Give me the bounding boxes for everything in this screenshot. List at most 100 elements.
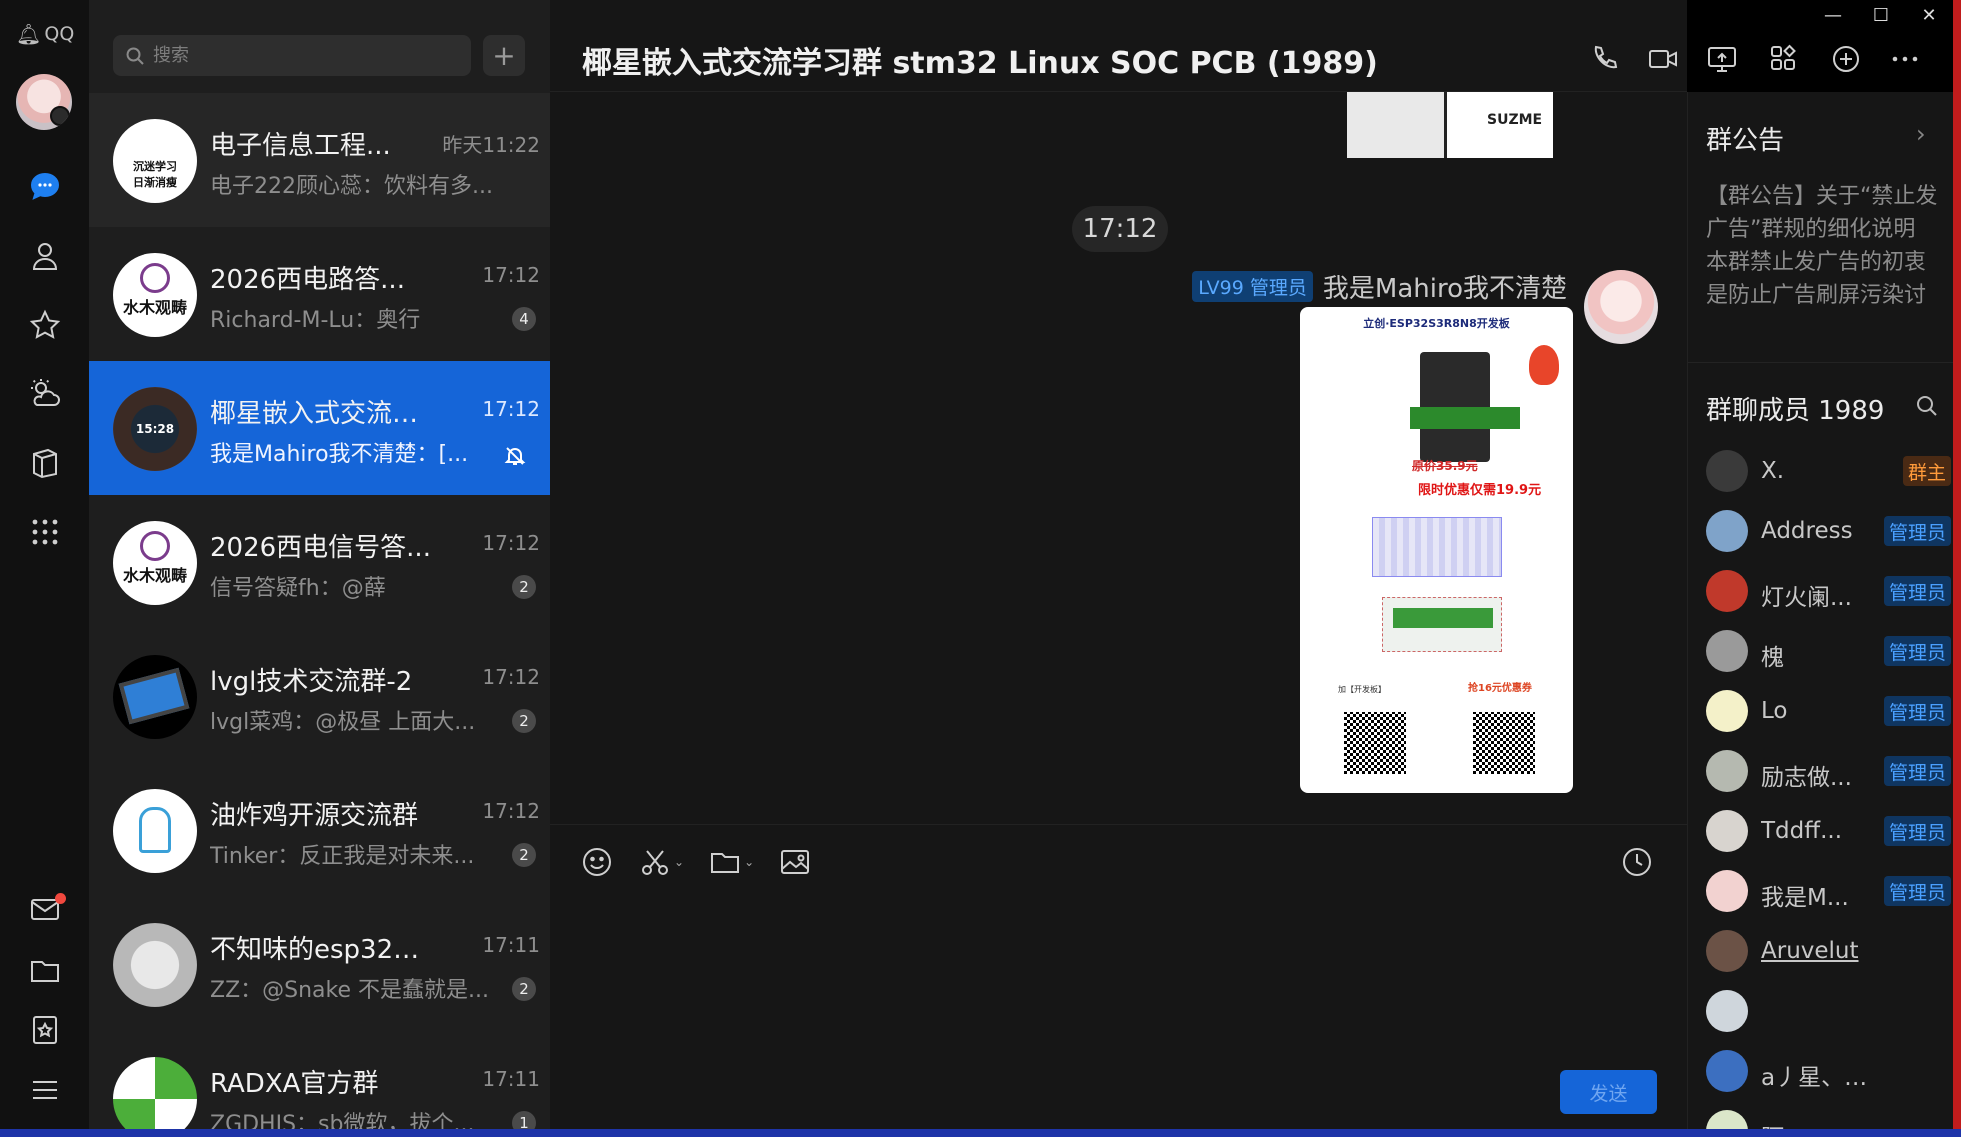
conversation-item[interactable]: 水木观畴 2026西电信号答... 17:12 信号答疑fh：@薛 2: [89, 495, 550, 629]
chevron-down-icon[interactable]: ⌄: [674, 855, 684, 869]
nav-rail: 🔔︎ QQ: [0, 0, 89, 1137]
smile-icon: [583, 848, 611, 876]
member-avatar[interactable]: [1706, 990, 1748, 1032]
member-row[interactable]: Address 管理员: [1706, 510, 1956, 558]
files-nav[interactable]: [0, 435, 89, 491]
contacts-nav[interactable]: [0, 228, 89, 284]
member-row[interactable]: X. 群主: [1706, 450, 1956, 498]
message-composer[interactable]: ⌄ ⌄ 发送: [550, 824, 1687, 1137]
qr-code: [1344, 712, 1406, 774]
sticker-text: SUZME: [1487, 112, 1543, 128]
folder-nav[interactable]: [0, 942, 89, 998]
minimize-button[interactable]: —: [1809, 0, 1857, 30]
sender-name[interactable]: 我是Mahiro我不清楚: [1323, 268, 1567, 305]
chat-title: 椰星嵌入式交流学习群 stm32 Linux SOC PCB (1989): [582, 46, 1378, 81]
menu-nav[interactable]: [0, 1062, 89, 1118]
sticker-image[interactable]: SUZME: [1347, 92, 1553, 158]
screen-share-button[interactable]: [1703, 40, 1741, 78]
add-member-button[interactable]: [1827, 40, 1865, 78]
close-button[interactable]: ✕: [1905, 0, 1953, 30]
member-avatar[interactable]: [1706, 570, 1748, 612]
member-name: a丿星、丶心晨: [1761, 1065, 1881, 1091]
screen-share-icon: [1708, 47, 1736, 72]
member-avatar[interactable]: [1706, 930, 1748, 972]
maximize-button[interactable]: ☐: [1857, 0, 1905, 30]
conversation-item[interactable]: 水木观畴 2026西电路答... 17:12 Richard-M-Lu：奥行 4: [89, 227, 550, 361]
image-button[interactable]: [778, 845, 812, 879]
conversation-item-active[interactable]: 15:28 椰星嵌入式交流学... 17:12 我是Mahiro我不清楚：[..…: [89, 361, 550, 495]
member-search-button[interactable]: [1915, 394, 1941, 420]
conversation-preview: Tinker：反正我是对未来...: [210, 844, 475, 869]
conversation-list: + 沉迷学习 日渐消瘦 电子信息工程... 昨天11:22 电子222顾心蕊：饮…: [89, 0, 550, 1137]
member-avatar[interactable]: [1706, 450, 1748, 492]
poster-title: 立创·ESP32S3R8N8开发板: [1363, 317, 1510, 330]
conversation-item[interactable]: 油炸鸡开源交流群 17:12 Tinker：反正我是对未来... 2: [89, 763, 550, 897]
grid-icon: [32, 519, 57, 545]
member-avatar[interactable]: [1706, 750, 1748, 792]
messages-nav[interactable]: [0, 159, 89, 215]
conversation-item[interactable]: RADXA官方群 17:11 ZGDHJS：sb微软，拔个... 1: [89, 1031, 550, 1137]
poster-footer-left: 加【开发板】: [1338, 685, 1386, 694]
member-row[interactable]: [1706, 990, 1956, 1038]
conversation-item[interactable]: 沉迷学习 日渐消瘦 电子信息工程... 昨天11:22 电子222顾心蕊：饮料有…: [89, 93, 550, 227]
conversation-name: 2026西电信号答...: [210, 533, 431, 563]
chevron-right-icon[interactable]: ›: [1916, 120, 1926, 148]
conversation-item[interactable]: 不知味的esp32唠... 17:11 ZZ：@Snake 不是蠢就是... 2: [89, 897, 550, 1031]
file-button[interactable]: ⌄: [708, 845, 754, 879]
weather-nav[interactable]: [0, 366, 89, 422]
conversation-avatar: 15:28: [113, 387, 197, 471]
member-avatar[interactable]: [1706, 810, 1748, 852]
conversation-name: 电子信息工程...: [210, 131, 391, 161]
sender-avatar[interactable]: [1584, 270, 1658, 344]
scissors-icon: [642, 850, 668, 875]
member-avatar[interactable]: [1706, 510, 1748, 552]
bookmark-icon: [32, 1016, 57, 1044]
voice-call-button[interactable]: [1585, 40, 1623, 78]
screenshot-button[interactable]: ⌄: [638, 845, 684, 879]
chevron-down-icon[interactable]: ⌄: [744, 855, 754, 869]
favorites-nav[interactable]: [0, 297, 89, 353]
avatar-caption: 沉迷学习 日渐消瘦: [133, 160, 177, 189]
history-button[interactable]: [1620, 845, 1654, 879]
apps-nav[interactable]: [0, 504, 89, 560]
search-box[interactable]: [113, 35, 471, 76]
conversation-avatar: [113, 789, 197, 873]
member-row[interactable]: Lo 管理员: [1706, 690, 1956, 738]
member-avatar[interactable]: [1706, 630, 1748, 672]
member-row[interactable]: a丿星、丶心晨: [1706, 1050, 1956, 1098]
conversation-time: 17:12: [482, 397, 540, 421]
conversation-time: 17:12: [482, 799, 540, 823]
penguin-icon: 🔔︎: [16, 22, 42, 46]
conversation-time: 17:11: [482, 933, 540, 957]
member-name: 槐: [1761, 645, 1784, 671]
folder-icon: [711, 853, 740, 873]
group-info-panel: 群公告 › 【群公告】关于“禁止发广告”群规的细化说明 本群禁止发广告的初衷是防…: [1687, 92, 1961, 1137]
add-button[interactable]: +: [483, 35, 525, 76]
member-row[interactable]: 我是M... 管理员: [1706, 870, 1956, 918]
user-avatar[interactable]: [16, 74, 72, 130]
member-name: Address: [1761, 518, 1853, 544]
mail-nav[interactable]: [0, 881, 89, 937]
conversation-name: 不知味的esp32唠...: [210, 935, 435, 965]
member-row[interactable]: 槐 管理员: [1706, 630, 1956, 678]
more-button[interactable]: [1886, 40, 1924, 78]
member-row[interactable]: Aruvelut: [1706, 930, 1956, 978]
member-avatar[interactable]: [1706, 1050, 1748, 1092]
message-image[interactable]: 立创·ESP32S3R8N8开发板 原价35.9元 限时优惠仅需19.9元 加【…: [1300, 307, 1573, 793]
send-button[interactable]: 发送: [1560, 1070, 1657, 1114]
clock-icon: [1623, 848, 1651, 876]
search-input[interactable]: [153, 45, 443, 66]
member-row[interactable]: 励志做... 管理员: [1706, 750, 1956, 798]
member-row[interactable]: Tddff... 管理员: [1706, 810, 1956, 858]
conversation-item[interactable]: lvgl技术交流群-2 17:12 lvgl菜鸡：@极昼 上面大... 2: [89, 629, 550, 763]
unread-badge: 2: [512, 843, 536, 867]
member-avatar[interactable]: [1706, 690, 1748, 732]
member-row[interactable]: 灯火阑... 管理员: [1706, 570, 1956, 618]
announcement-title[interactable]: 群公告: [1706, 120, 1784, 157]
bookmark-nav[interactable]: [0, 1002, 89, 1058]
apps-button[interactable]: [1762, 40, 1806, 78]
video-call-button[interactable]: [1644, 40, 1682, 78]
announcement-body[interactable]: 【群公告】关于“禁止发广告”群规的细化说明 本群禁止发广告的初衷是防止广告刷屏污…: [1706, 180, 1942, 312]
emoji-button[interactable]: [580, 845, 614, 879]
member-avatar[interactable]: [1706, 870, 1748, 912]
